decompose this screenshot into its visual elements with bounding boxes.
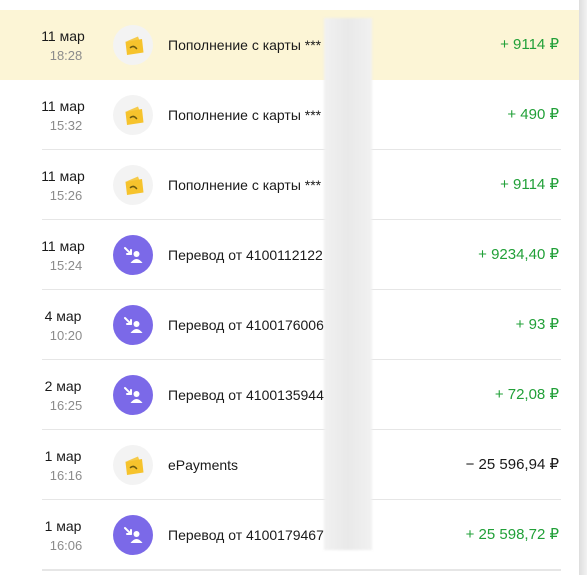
transaction-title: Перевод от 4100179467: [168, 527, 324, 543]
wallet-icon: [113, 25, 153, 65]
transaction-amount: + 25 598,72 ₽: [465, 526, 559, 543]
transaction-time: 16:16: [49, 468, 83, 483]
transaction-row[interactable]: 11 мар 15:24 Перевод от 4100112122 + 923…: [0, 220, 579, 290]
wallet-icon: [113, 95, 153, 135]
transaction-date: 11 мар: [41, 98, 85, 114]
wallet-icon: [113, 445, 153, 485]
transaction-title: Пополнение с карты ***: [168, 107, 322, 123]
wallet-icon: [113, 165, 153, 205]
transaction-row[interactable]: 11 мар 18:28 Пополнение с карты *** + 91…: [0, 10, 579, 80]
transaction-amount: + 72,08 ₽: [494, 386, 559, 403]
incoming-transfer-icon: [113, 515, 153, 555]
transaction-date: 11 мар: [41, 238, 85, 254]
transaction-amount: + 9114 ₽: [500, 36, 559, 53]
transaction-amount: + 490 ₽: [507, 106, 559, 123]
transaction-time: 18:28: [49, 48, 83, 63]
transaction-title: Перевод от 4100176006: [168, 317, 324, 333]
transaction-title: ePayments: [168, 457, 239, 473]
transaction-amount: + 93 ₽: [515, 316, 559, 333]
transaction-time: 10:20: [49, 328, 83, 343]
list-divider: [42, 570, 561, 571]
transaction-time: 15:26: [49, 188, 83, 203]
transaction-amount: − 25 596,94 ₽: [465, 456, 559, 473]
transaction-date: 1 мар: [44, 448, 82, 464]
transaction-history-panel: 11 мар 18:28 Пополнение с карты *** + 91…: [0, 0, 579, 575]
transaction-row[interactable]: 1 мар 16:16 ePayments − 25 596,94 ₽: [0, 430, 579, 500]
transaction-time: 15:32: [49, 118, 83, 133]
transaction-row[interactable]: 4 мар 10:20 Перевод от 4100176006 + 93 ₽: [0, 290, 579, 360]
transaction-title: Пополнение с карты ***: [168, 37, 322, 53]
transaction-row[interactable]: 1 мар 16:06 Перевод от 4100179467 + 25 5…: [0, 500, 579, 570]
transaction-row[interactable]: 11 мар 15:26 Пополнение с карты *** + 91…: [0, 150, 579, 220]
redacted-blur-overlay: [324, 18, 372, 550]
incoming-transfer-icon: [113, 235, 153, 275]
transaction-amount: + 9234,40 ₽: [478, 246, 559, 263]
panel-edge: [579, 0, 587, 575]
transaction-date: 2 мар: [44, 378, 82, 394]
transaction-time: 16:25: [49, 398, 83, 413]
transaction-row[interactable]: 11 мар 15:32 Пополнение с карты *** + 49…: [0, 80, 579, 150]
incoming-transfer-icon: [113, 375, 153, 415]
transaction-date: 1 мар: [44, 518, 82, 534]
transaction-date: 4 мар: [44, 308, 82, 324]
transaction-row[interactable]: 2 мар 16:25 Перевод от 4100135944 + 72,0…: [0, 360, 579, 430]
transaction-date: 11 мар: [41, 28, 85, 44]
transaction-date: 11 мар: [41, 168, 85, 184]
transaction-amount: + 9114 ₽: [500, 176, 559, 193]
transaction-time: 15:24: [49, 258, 83, 273]
transaction-title: Перевод от 4100135944: [168, 387, 324, 403]
transaction-time: 16:06: [49, 538, 83, 553]
transaction-title: Перевод от 4100112122: [168, 247, 323, 263]
incoming-transfer-icon: [113, 305, 153, 345]
transaction-title: Пополнение с карты ***: [168, 177, 322, 193]
